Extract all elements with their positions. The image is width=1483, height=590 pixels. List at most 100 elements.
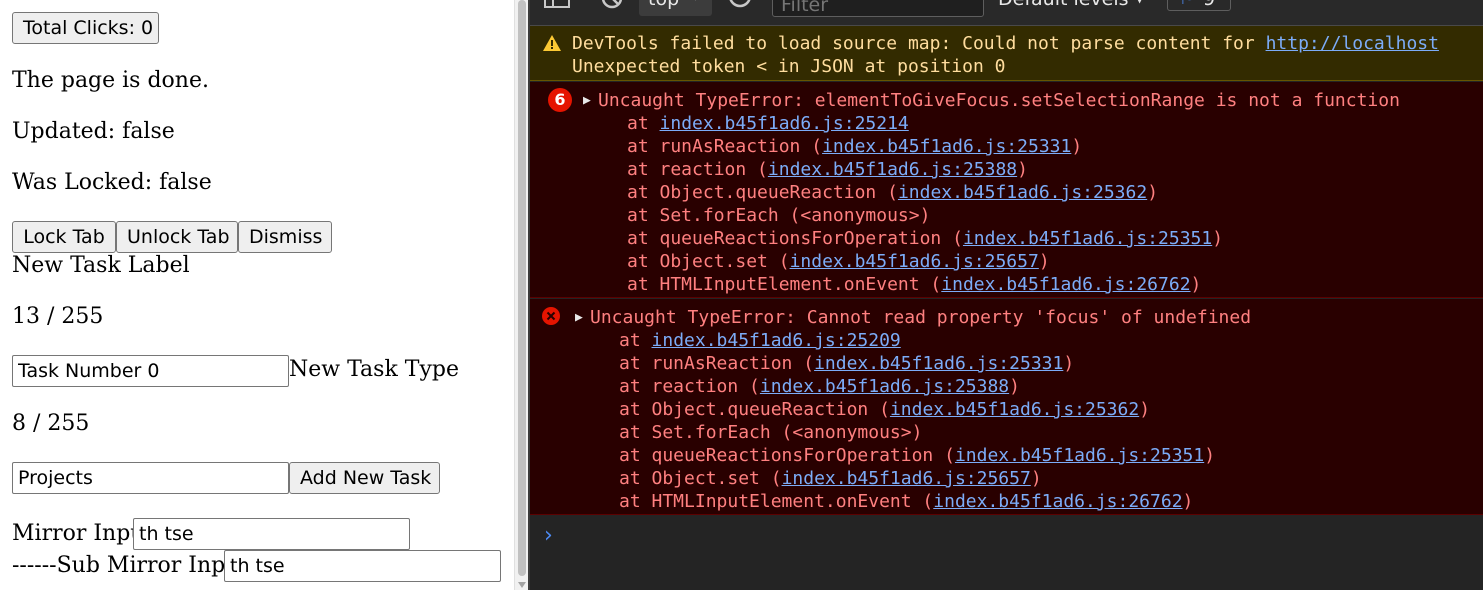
stack-frame: at queueReactionsForOperation (index.b45… [619, 444, 1215, 467]
console-toolbar: top ▼ Default levels ▼ ⚑ 9 [530, 0, 1483, 26]
expand-triangle-icon[interactable]: ▶ [583, 89, 591, 112]
live-expression-eye-icon[interactable] [727, 0, 753, 10]
stack-frame-text: ) [1190, 274, 1202, 295]
stack-frame: at index.b45f1ad6.js:25214 [627, 112, 909, 135]
context-selector-label: top [648, 0, 679, 10]
stack-frame-text: at runAsReaction ( [627, 136, 823, 157]
stack-frame-text: ) [1212, 228, 1224, 249]
stack-frame-source-link[interactable]: index.b45f1ad6.js:25388 [768, 159, 1017, 180]
stack-frame-source-link[interactable]: index.b45f1ad6.js:26762 [933, 491, 1182, 512]
console-prompt-chevron-icon[interactable]: › [544, 523, 553, 548]
task-label-input[interactable] [12, 355, 289, 387]
error-repeat-count-badge: 6 [548, 88, 572, 112]
stack-frame-text: at Object.set ( [627, 251, 790, 272]
stack-frame-text: at queueReactionsForOperation ( [627, 228, 963, 249]
error-message-text: Uncaught TypeError: elementToGiveFocus.s… [598, 90, 1400, 111]
log-levels-dropdown[interactable]: Default levels [998, 0, 1129, 10]
stack-frame-text: at Object.queueReaction ( [627, 182, 898, 203]
sidebar-toggle-icon[interactable] [544, 0, 570, 9]
issues-flag-icon: ⚑ [1179, 0, 1194, 9]
sub-mirror-input[interactable] [224, 550, 501, 582]
stack-frame-text: ) [1063, 353, 1075, 374]
warning-line-2: Unexpected token < in JSON at position 0 [572, 56, 1006, 77]
stack-frame-text: at reaction ( [627, 159, 768, 180]
issues-count: 9 [1203, 0, 1215, 10]
stack-frame-source-link[interactable]: index.b45f1ad6.js:25388 [760, 376, 1009, 397]
stack-frame-text: at queueReactionsForOperation ( [619, 445, 955, 466]
warning-line-1: DevTools failed to load source map: Coul… [572, 32, 1439, 55]
stack-frame-source-link[interactable]: index.b45f1ad6.js:25331 [814, 353, 1063, 374]
stack-frame-text: ) [1071, 136, 1083, 157]
error-icon [542, 307, 560, 325]
stack-frame: at HTMLInputElement.onEvent (index.b45f1… [627, 273, 1201, 296]
stack-frame-text: at [627, 113, 660, 134]
stack-frame: at Object.set (index.b45f1ad6.js:25657) [627, 250, 1050, 273]
console-error-message: ▶ Uncaught TypeError: Cannot read proper… [530, 299, 1483, 515]
stack-frame: at Set.forEach (<anonymous>) [627, 204, 930, 227]
unlock-tab-button[interactable]: Unlock Tab [116, 221, 238, 253]
dismiss-button[interactable]: Dismiss [238, 221, 332, 253]
stack-frame-text: at [619, 330, 652, 351]
console-warning-message: DevTools failed to load source map: Coul… [530, 26, 1483, 81]
stack-frame-source-link[interactable]: index.b45f1ad6.js:25351 [955, 445, 1204, 466]
was-locked-text: Was Locked: false [12, 170, 212, 195]
lock-tab-button[interactable]: Lock Tab [12, 221, 116, 253]
stack-frame-source-link[interactable]: index.b45f1ad6.js:25657 [790, 251, 1039, 272]
stack-frame-text: at Object.queueReaction ( [619, 399, 890, 420]
stack-frame-text: at runAsReaction ( [619, 353, 815, 374]
console-filter-input[interactable] [772, 0, 984, 17]
add-new-task-button[interactable]: Add New Task [289, 462, 440, 494]
warning-source-link[interactable]: http://localhost [1266, 33, 1439, 54]
stack-frame-text: ) [1009, 376, 1020, 397]
stack-frame: at reaction (index.b45f1ad6.js:25388) [627, 158, 1028, 181]
stack-frame-source-link[interactable]: index.b45f1ad6.js:25657 [782, 468, 1031, 489]
stack-frame-text: ) [1139, 399, 1151, 420]
scroll-down-arrow-icon[interactable] [518, 582, 526, 588]
stack-frame-source-link[interactable]: index.b45f1ad6.js:26762 [941, 274, 1190, 295]
stack-frame: at Object.queueReaction (index.b45f1ad6.… [627, 181, 1158, 204]
stack-frame-text: ) [1038, 251, 1050, 272]
stack-frame: at runAsReaction (index.b45f1ad6.js:2533… [619, 352, 1074, 375]
page-scrollbar[interactable] [514, 0, 528, 590]
stack-frame-text: at HTMLInputElement.onEvent ( [627, 274, 942, 295]
task-type-heading: New Task Type [289, 357, 459, 382]
web-page: Total Clicks: 0 The page is done. Update… [0, 0, 514, 590]
stack-frame: at runAsReaction (index.b45f1ad6.js:2533… [627, 135, 1082, 158]
stack-frame-source-link[interactable]: index.b45f1ad6.js:25214 [660, 113, 909, 134]
stack-frame-text: ) [1204, 445, 1216, 466]
context-selector[interactable]: top ▼ [639, 0, 712, 16]
stack-frame-source-link[interactable]: index.b45f1ad6.js:25351 [963, 228, 1212, 249]
task-label-counter: 13 / 255 [12, 304, 104, 329]
stack-frame: at index.b45f1ad6.js:25209 [619, 329, 901, 352]
error-message-text: Uncaught TypeError: Cannot read property… [590, 307, 1252, 328]
total-clicks-button[interactable]: Total Clicks: 0 [12, 12, 159, 44]
updated-text: Updated: false [12, 119, 175, 144]
stack-frame: at HTMLInputElement.onEvent (index.b45f1… [619, 490, 1193, 513]
task-type-input[interactable] [12, 462, 289, 494]
scrollbar-thumb[interactable] [518, 0, 526, 576]
task-type-counter: 8 / 255 [12, 411, 90, 436]
stack-frame-text: at Set.forEach (<anonymous>) [619, 422, 923, 443]
stack-frame-text: ) [1147, 182, 1159, 203]
stack-frame-source-link[interactable]: index.b45f1ad6.js:25331 [822, 136, 1071, 157]
stack-frame: at Object.queueReaction (index.b45f1ad6.… [619, 398, 1150, 421]
stack-frame: at queueReactionsForOperation (index.b45… [627, 227, 1223, 250]
sub-mirror-input-label: ------Sub Mirror Input [12, 553, 249, 578]
stack-frame: at Set.forEach (<anonymous>) [619, 421, 922, 444]
stack-frame-source-link[interactable]: index.b45f1ad6.js:25362 [898, 182, 1147, 203]
stack-frame-text: ) [1182, 491, 1194, 512]
stack-frame-text: at Object.set ( [619, 468, 782, 489]
stack-frame-text: ) [1030, 468, 1042, 489]
stack-frame-source-link[interactable]: index.b45f1ad6.js:25209 [652, 330, 901, 351]
expand-triangle-icon[interactable]: ▶ [575, 306, 583, 329]
mirror-input[interactable] [133, 518, 410, 550]
issues-button[interactable]: ⚑ 9 [1167, 0, 1231, 11]
task-label-heading: New Task Label [12, 253, 190, 278]
warning-icon [543, 35, 561, 51]
status-text: The page is done. [12, 68, 209, 93]
stack-frame-source-link[interactable]: index.b45f1ad6.js:25362 [890, 399, 1139, 420]
levels-chevron-down-icon: ▼ [1135, 0, 1144, 5]
warning-text: DevTools failed to load source map: Coul… [572, 33, 1266, 54]
clear-console-icon[interactable] [600, 0, 624, 11]
stack-frame: at Object.set (index.b45f1ad6.js:25657) [619, 467, 1042, 490]
